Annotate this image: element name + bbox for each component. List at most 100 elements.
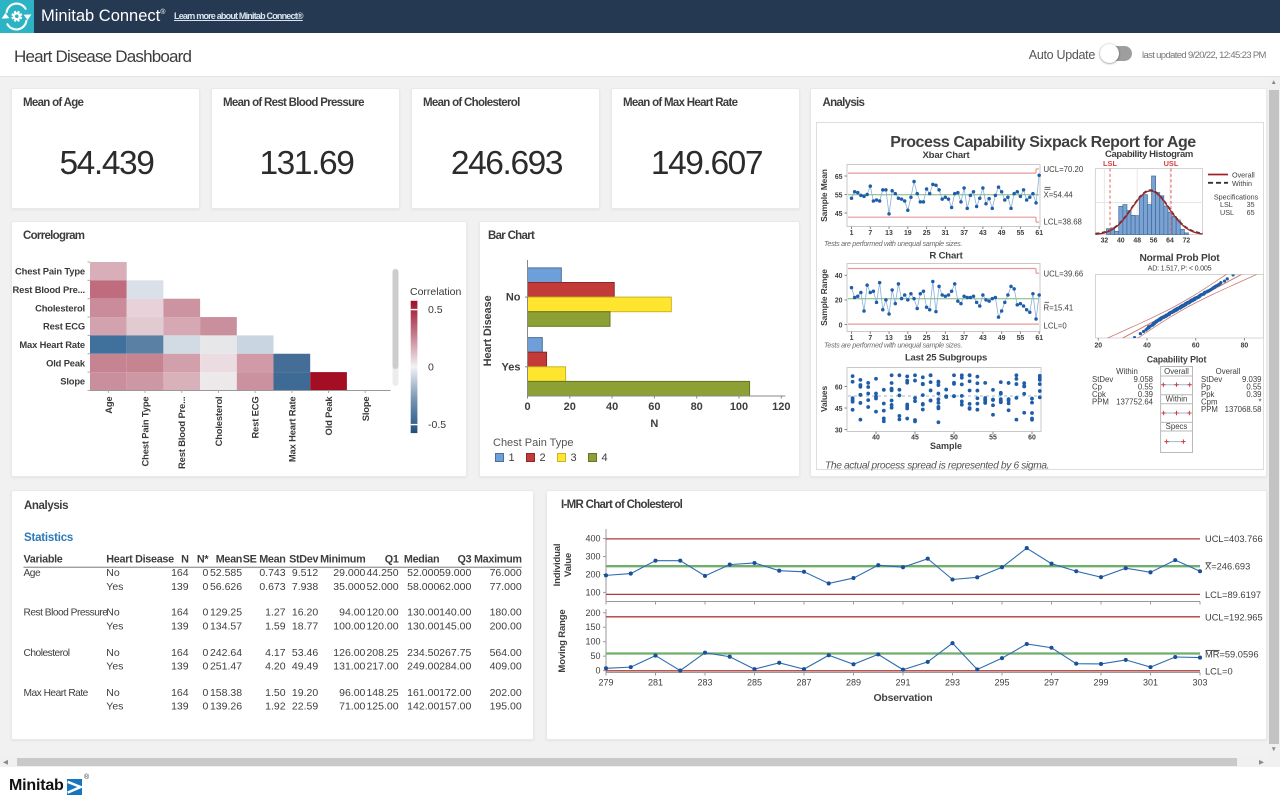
svg-text:Chest Pain Type: Chest Pain Type <box>493 437 574 449</box>
svg-text:30: 30 <box>834 427 842 434</box>
svg-text:40: 40 <box>1143 342 1151 349</box>
svg-text:Cholesterol: Cholesterol <box>213 397 224 447</box>
svg-text:R Chart: R Chart <box>929 250 963 261</box>
svg-text:25: 25 <box>922 230 930 237</box>
svg-text:31: 31 <box>941 230 949 237</box>
svg-text:Observation: Observation <box>873 692 932 704</box>
svg-text:130.00: 130.00 <box>407 620 439 632</box>
svg-text:148.25: 148.25 <box>366 687 398 699</box>
svg-text:LSL: LSL <box>1103 159 1117 168</box>
svg-text:Capability Plot: Capability Plot <box>1146 354 1206 364</box>
svg-text:Overall: Overall <box>1164 367 1189 376</box>
svg-text:18.77: 18.77 <box>292 620 318 632</box>
svg-text:300: 300 <box>585 552 600 562</box>
svg-text:65: 65 <box>1246 207 1254 216</box>
svg-text:120.00: 120.00 <box>366 606 398 618</box>
svg-text:22.59: 22.59 <box>292 700 318 712</box>
svg-text:60: 60 <box>1028 434 1036 441</box>
svg-text:45: 45 <box>834 210 842 217</box>
svg-text:USL: USL <box>1163 159 1178 168</box>
svg-text:1: 1 <box>849 230 853 237</box>
svg-text:409.00: 409.00 <box>490 660 522 672</box>
svg-text:139: 139 <box>171 620 189 632</box>
svg-text:Yes: Yes <box>106 700 123 712</box>
svg-text:0: 0 <box>202 647 208 659</box>
svg-text:45: 45 <box>834 405 842 412</box>
svg-text:Values: Values <box>819 385 829 411</box>
svg-text:19: 19 <box>903 230 911 237</box>
svg-text:164: 164 <box>171 606 189 618</box>
svg-text:200.00: 200.00 <box>490 620 522 632</box>
svg-text:Within: Within <box>1165 394 1187 403</box>
svg-text:40: 40 <box>872 434 880 441</box>
svg-text:217.00: 217.00 <box>366 660 398 672</box>
svg-text:Yes: Yes <box>502 361 521 373</box>
svg-text:Median: Median <box>404 553 439 565</box>
svg-text:100: 100 <box>585 587 600 597</box>
svg-text:134.57: 134.57 <box>210 620 242 632</box>
svg-text:Sample: Sample <box>929 441 961 451</box>
svg-text:Mean: Mean <box>216 553 242 565</box>
svg-text:72: 72 <box>1182 237 1190 244</box>
svg-text:0: 0 <box>202 700 208 712</box>
svg-text:MR=59.0596: MR=59.0596 <box>1205 649 1259 659</box>
svg-text:Sample Mean: Sample Mean <box>819 169 829 222</box>
svg-text:0.5: 0.5 <box>428 304 443 316</box>
svg-text:Max Heart Rate: Max Heart Rate <box>19 339 85 350</box>
svg-text:60: 60 <box>834 384 842 391</box>
svg-text:No: No <box>106 567 120 579</box>
svg-text:52.000: 52.000 <box>407 567 439 579</box>
svg-text:19.20: 19.20 <box>292 687 318 699</box>
svg-text:139: 139 <box>171 700 189 712</box>
svg-text:Heart Disease: Heart Disease <box>106 553 174 565</box>
svg-text:50: 50 <box>590 651 600 661</box>
svg-text:Slope: Slope <box>360 397 371 422</box>
svg-text:287: 287 <box>796 678 811 688</box>
svg-text:SE Mean: SE Mean <box>243 553 286 565</box>
svg-text:1: 1 <box>509 452 515 464</box>
svg-text:LCL=89.6197: LCL=89.6197 <box>1205 590 1261 600</box>
svg-text:0: 0 <box>595 666 600 676</box>
svg-text:29.000: 29.000 <box>333 567 365 579</box>
svg-text:56: 56 <box>1149 237 1157 244</box>
svg-text:Rest Blood Pre...: Rest Blood Pre... <box>176 397 187 469</box>
svg-text:0: 0 <box>202 687 208 699</box>
svg-text:80: 80 <box>691 401 703 413</box>
svg-text:1.27: 1.27 <box>265 606 286 618</box>
svg-text:301: 301 <box>1143 678 1158 688</box>
svg-text:267.75: 267.75 <box>439 647 471 659</box>
svg-text:35.000: 35.000 <box>333 580 365 592</box>
svg-text:Correlation: Correlation <box>410 286 462 298</box>
svg-text:13: 13 <box>885 230 893 237</box>
svg-text:UCL=39.66: UCL=39.66 <box>1043 269 1083 278</box>
svg-text:Max Heart Rate: Max Heart Rate <box>24 688 89 699</box>
svg-text:77.000: 77.000 <box>490 580 522 592</box>
svg-text:200: 200 <box>585 570 600 580</box>
svg-text:100: 100 <box>730 401 748 413</box>
svg-text:20: 20 <box>1094 342 1102 349</box>
svg-text:Tests are performed with unequ: Tests are performed with unequal sample … <box>824 239 962 248</box>
svg-text:96.00: 96.00 <box>339 687 365 699</box>
svg-text:16.20: 16.20 <box>292 606 318 618</box>
svg-text:137752.64: 137752.64 <box>1116 397 1154 406</box>
svg-text:100: 100 <box>585 637 600 647</box>
svg-text:130.00: 130.00 <box>407 606 439 618</box>
svg-text:StDev: StDev <box>289 553 318 565</box>
svg-text:Max Heart Rate: Max Heart Rate <box>286 397 297 463</box>
svg-text:200: 200 <box>585 608 600 618</box>
svg-text:55: 55 <box>989 434 997 441</box>
svg-text:LCL=38.68: LCL=38.68 <box>1043 217 1081 226</box>
svg-text:Slope: Slope <box>60 376 85 387</box>
svg-text:195.00: 195.00 <box>490 700 522 712</box>
svg-text:52.000: 52.000 <box>366 580 398 592</box>
svg-text:UCL=403.766: UCL=403.766 <box>1205 534 1263 544</box>
svg-text:0: 0 <box>524 401 530 413</box>
svg-text:1.59: 1.59 <box>265 620 286 632</box>
svg-text:0.743: 0.743 <box>259 567 285 579</box>
svg-text:49: 49 <box>997 335 1005 342</box>
svg-text:303: 303 <box>1192 678 1207 688</box>
svg-text:164: 164 <box>171 647 189 659</box>
svg-text:0: 0 <box>428 362 434 374</box>
svg-text:279: 279 <box>598 678 613 688</box>
svg-text:2: 2 <box>540 452 546 464</box>
